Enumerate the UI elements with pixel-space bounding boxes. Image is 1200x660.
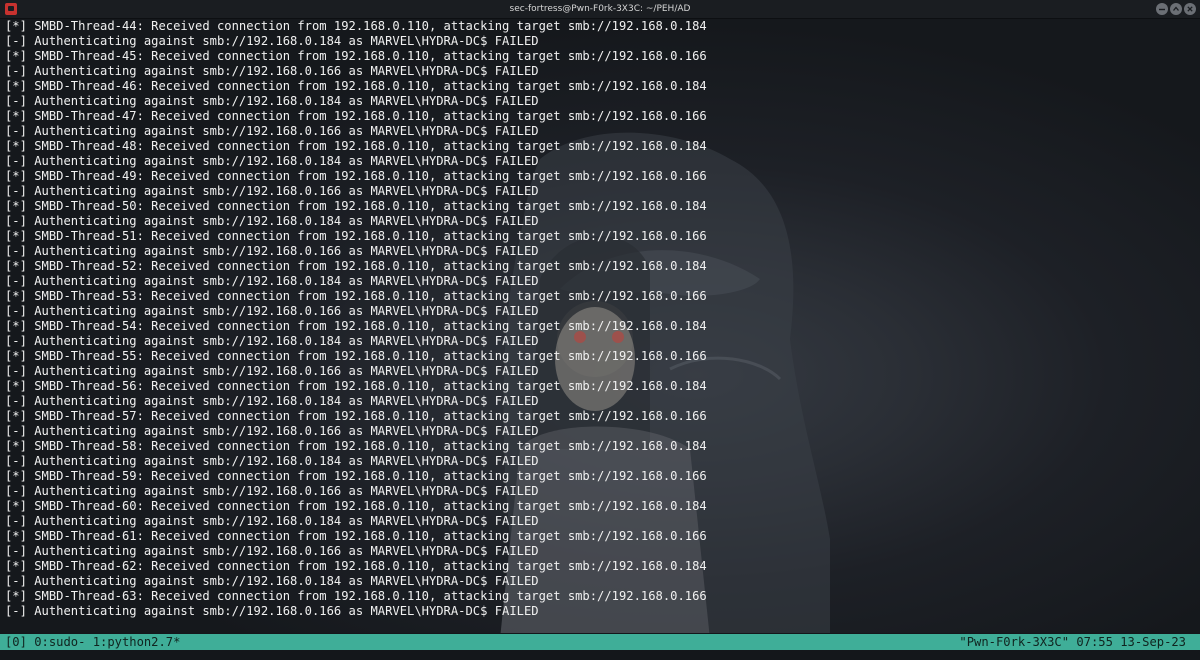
terminal-line: [-] Authenticating against smb://192.168… <box>5 574 539 588</box>
terminal-line: [*] SMBD-Thread-48: Received connection … <box>5 139 707 153</box>
minimize-icon[interactable] <box>1156 3 1168 15</box>
terminal-line: [*] SMBD-Thread-50: Received connection … <box>5 199 707 213</box>
terminal-line: [-] Authenticating against smb://192.168… <box>5 364 539 378</box>
terminal-line: [*] SMBD-Thread-53: Received connection … <box>5 289 707 303</box>
terminal-line: [-] Authenticating against smb://192.168… <box>5 34 539 48</box>
terminal-line: [-] Authenticating against smb://192.168… <box>5 184 539 198</box>
terminal-line: [*] SMBD-Thread-62: Received connection … <box>5 559 707 573</box>
terminal-line: [-] Authenticating against smb://192.168… <box>5 334 539 348</box>
maximize-icon[interactable] <box>1170 3 1182 15</box>
terminal-line: [*] SMBD-Thread-44: Received connection … <box>5 19 707 33</box>
terminal-line: [-] Authenticating against smb://192.168… <box>5 304 539 318</box>
terminal-line: [-] Authenticating against smb://192.168… <box>5 604 539 618</box>
terminal-line: [-] Authenticating against smb://192.168… <box>5 274 539 288</box>
close-icon[interactable] <box>1184 3 1196 15</box>
terminal-line: [-] Authenticating against smb://192.168… <box>5 214 539 228</box>
terminal-line: [*] SMBD-Thread-61: Received connection … <box>5 529 707 543</box>
tmux-status-bar: [0] 0:sudo- 1:python2.7* "Pwn-F0rk-3X3C"… <box>0 634 1200 650</box>
terminal-line: [*] SMBD-Thread-51: Received connection … <box>5 229 707 243</box>
terminal-line: [*] SMBD-Thread-45: Received connection … <box>5 49 707 63</box>
terminal-window: sec-fortress@Pwn-F0rk-3X3C: ~/PEH/AD [*]… <box>0 0 1200 660</box>
terminal-line: [*] SMBD-Thread-57: Received connection … <box>5 409 707 423</box>
terminal-line: [-] Authenticating against smb://192.168… <box>5 244 539 258</box>
terminal-line: [-] Authenticating against smb://192.168… <box>5 454 539 468</box>
terminal-line: [*] SMBD-Thread-56: Received connection … <box>5 379 707 393</box>
tmux-host-clock: "Pwn-F0rk-3X3C" 07:55 13-Sep-23 <box>959 635 1186 649</box>
terminal-line: [*] SMBD-Thread-55: Received connection … <box>5 349 707 363</box>
terminal-line: [*] SMBD-Thread-59: Received connection … <box>5 469 707 483</box>
terminal-lines: [*] SMBD-Thread-44: Received connection … <box>5 19 707 619</box>
window-bottom-border <box>0 650 1200 660</box>
terminal-line: [-] Authenticating against smb://192.168… <box>5 64 539 78</box>
terminal-line: [*] SMBD-Thread-52: Received connection … <box>5 259 707 273</box>
terminal-line: [*] SMBD-Thread-58: Received connection … <box>5 439 707 453</box>
terminal-line: [-] Authenticating against smb://192.168… <box>5 124 539 138</box>
terminal-line: [*] SMBD-Thread-49: Received connection … <box>5 169 707 183</box>
window-title: sec-fortress@Pwn-F0rk-3X3C: ~/PEH/AD <box>509 4 691 14</box>
terminal-line: [-] Authenticating against smb://192.168… <box>5 394 539 408</box>
terminal-line: [*] SMBD-Thread-46: Received connection … <box>5 79 707 93</box>
terminal-output-area[interactable]: [*] SMBD-Thread-44: Received connection … <box>0 19 1200 633</box>
terminal-line: [-] Authenticating against smb://192.168… <box>5 424 539 438</box>
terminal-line: [*] SMBD-Thread-63: Received connection … <box>5 589 707 603</box>
terminal-line: [*] SMBD-Thread-54: Received connection … <box>5 319 707 333</box>
terminal-line: [-] Authenticating against smb://192.168… <box>5 484 539 498</box>
terminal-line: [-] Authenticating against smb://192.168… <box>5 94 539 108</box>
terminal-line: [-] Authenticating against smb://192.168… <box>5 154 539 168</box>
terminal-line: [*] SMBD-Thread-47: Received connection … <box>5 109 707 123</box>
terminal-line: [*] SMBD-Thread-60: Received connection … <box>5 499 707 513</box>
terminal-line: [-] Authenticating against smb://192.168… <box>5 514 539 528</box>
terminal-line: [-] Authenticating against smb://192.168… <box>5 544 539 558</box>
title-bar[interactable]: sec-fortress@Pwn-F0rk-3X3C: ~/PEH/AD <box>0 0 1200 19</box>
tmux-session-windows[interactable]: [0] 0:sudo- 1:python2.7* <box>5 634 180 650</box>
